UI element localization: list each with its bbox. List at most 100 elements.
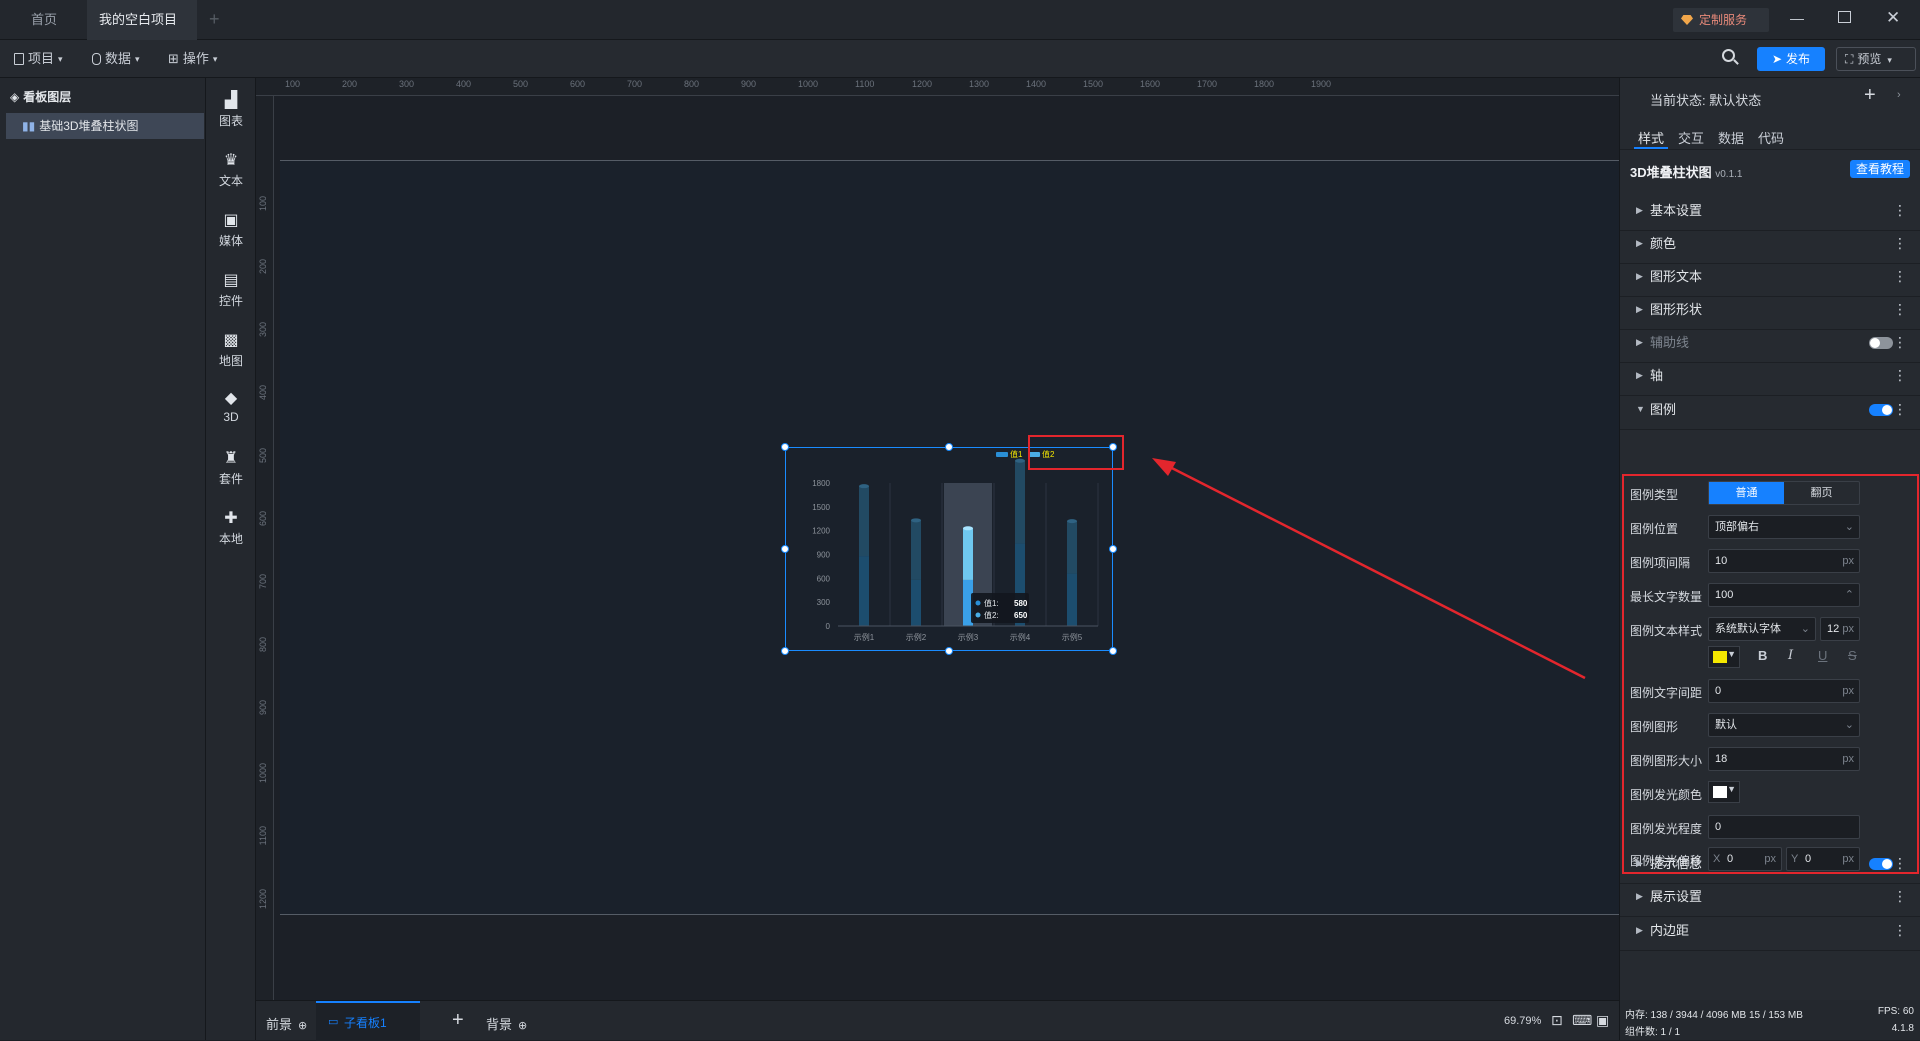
tool-map[interactable]: ▩ 地图 [206, 330, 256, 369]
strikethrough-icon[interactable]: S [1848, 648, 1857, 663]
section-6[interactable]: ▼ 图例 ⋮ [1620, 389, 1920, 430]
stacked-3d-bar-chart: 0 300 600 900 1200 1500 1800 示例1 示例2 示例3 示例4 示例5 值1 值… [812, 449, 1099, 642]
layer-item[interactable]: ▮▮ 基础3D堆叠柱状图 [6, 113, 204, 139]
guide-toggle[interactable] [1869, 337, 1893, 349]
preview-button[interactable]: ⛶ 预览 ▾ [1836, 47, 1916, 71]
background-tab[interactable]: 背景 ⊕ [486, 1014, 527, 1033]
chart-widget[interactable]: 0 300 600 900 1200 1500 1800 示例1 示例2 示例3 示例4 示例5 值1 值… [785, 447, 1113, 651]
fit-screen-icon[interactable]: ⊡ [1551, 1012, 1563, 1029]
add-state-icon[interactable]: + [1864, 84, 1876, 107]
tab-project[interactable]: 我的空白项目 [87, 0, 197, 65]
add-board-icon[interactable]: + [452, 1009, 464, 1032]
ruler-label: 1800 [1254, 79, 1275, 89]
legend-marker [996, 452, 1008, 457]
memory-info: 内存: 138 / 3944 / 4096 MB 15 / 153 MB [1625, 1010, 1803, 1021]
menu-data[interactable]: 数据 ▾ [92, 40, 140, 78]
legend-position-select[interactable]: 顶部偏右 ⌄ [1708, 515, 1860, 539]
more-icon[interactable]: ⋮ [1893, 910, 1907, 951]
tool-3d[interactable]: ◆ 3D [206, 388, 256, 424]
tutorial-button[interactable]: 查看教程 [1850, 160, 1910, 178]
bar-series1[interactable] [859, 556, 869, 626]
legend-font-select[interactable]: 系统默认字体 ⌄ [1708, 617, 1816, 641]
tab-home[interactable]: 首页 [18, 0, 70, 40]
keyboard-icon[interactable]: ⌨ [1572, 1012, 1592, 1029]
resize-handle[interactable] [1109, 647, 1117, 655]
section-bottom-2[interactable]: ▶ 内边距 ⋮ [1620, 910, 1920, 951]
tab-style[interactable]: 样式 [1638, 128, 1664, 147]
bar-series2[interactable] [963, 528, 973, 580]
restore-icon[interactable] [1838, 11, 1851, 23]
resize-handle[interactable] [945, 443, 953, 451]
legend-glow-color[interactable]: ▼ [1708, 781, 1740, 803]
legend-spacing-input[interactable]: 0 px [1708, 679, 1860, 703]
add-circle-icon[interactable]: ⊕ [298, 1020, 307, 1032]
publish-button[interactable]: ➤ 发布 [1757, 47, 1825, 71]
legend-shapesize-input[interactable]: 18 px [1708, 747, 1860, 771]
legend-toggle[interactable] [1869, 404, 1893, 416]
minimize-icon[interactable]: — [1790, 10, 1804, 26]
stepper-up-icon: ⌃ [1844, 589, 1854, 601]
bold-icon[interactable]: B [1758, 648, 1767, 663]
bar-top-cap [1067, 519, 1077, 524]
bar-series1[interactable] [911, 579, 921, 626]
legend-fontsize-input[interactable]: 12 px [1820, 617, 1860, 641]
ruler-label: 400 [258, 385, 268, 401]
resize-handle[interactable] [1109, 545, 1117, 553]
resize-handle[interactable] [781, 443, 789, 451]
tooltip-value: 580 [1014, 599, 1028, 608]
close-icon[interactable]: ✕ [1886, 8, 1900, 28]
menu-project[interactable]: 项目 ▾ [14, 40, 63, 78]
chevron-right-icon[interactable]: › [1897, 89, 1901, 101]
legend-gap-input[interactable]: 10 px [1708, 549, 1860, 573]
resize-handle[interactable] [945, 647, 953, 655]
caret-right-icon: ▶ [1636, 925, 1643, 935]
layer-item-label: 基础3D堆叠柱状图 [39, 119, 139, 133]
legend-shape-select[interactable]: 默认 ⌄ [1708, 713, 1860, 737]
zoom-level[interactable]: 69.79% [1504, 1015, 1541, 1027]
chevron-down-icon: ▾ [1887, 55, 1892, 65]
add-tab-icon[interactable]: + [209, 9, 220, 30]
tooltip-toggle[interactable] [1869, 858, 1893, 870]
tab-interaction[interactable]: 交互 [1678, 128, 1704, 147]
bar-series2[interactable] [1015, 460, 1025, 544]
tool-widget[interactable]: ▤ 控件 [206, 270, 256, 309]
legend-type-normal[interactable]: 普通 [1709, 482, 1784, 504]
legend-label[interactable]: 值1 [1010, 449, 1023, 459]
tool-text[interactable]: ♛ 文本 [206, 150, 256, 189]
bar-series2[interactable] [859, 486, 869, 557]
tool-kit[interactable]: ♜ 套件 [206, 448, 256, 487]
menu-operation[interactable]: ⊞ 操作 ▾ [168, 40, 217, 78]
chevron-down-icon: ⌄ [1844, 521, 1854, 533]
tab-data[interactable]: 数据 [1718, 128, 1744, 147]
search-icon[interactable] [1722, 49, 1740, 67]
terminal-icon[interactable]: ▣ [1596, 1012, 1609, 1029]
tool-chart[interactable]: ▟ 图表 [206, 90, 256, 129]
subboard-tab[interactable]: ▭ 子看板1 [316, 1001, 420, 1041]
bar-series2[interactable] [1067, 521, 1077, 574]
tool-media[interactable]: ▣ 媒体 [206, 210, 256, 249]
tab-code[interactable]: 代码 [1758, 128, 1784, 147]
legend-text-color[interactable]: ▼ [1708, 646, 1740, 668]
more-icon[interactable]: ⋮ [1893, 389, 1907, 430]
add-circle-icon[interactable]: ⊕ [518, 1020, 527, 1032]
resize-handle[interactable] [781, 647, 789, 655]
tool-local[interactable]: ✚ 本地 [206, 508, 256, 547]
legend-type-page[interactable]: 翻页 [1784, 482, 1859, 504]
x-tick-label: 示例3 [958, 632, 979, 642]
bar-series1[interactable] [1067, 573, 1077, 626]
legend-glowlevel-input[interactable]: 0 [1708, 815, 1860, 839]
legend-font-select-value: 系统默认字体 [1715, 623, 1781, 635]
underline-icon[interactable]: U [1818, 648, 1827, 663]
legend-shape-label: 图例图形 [1630, 720, 1679, 734]
active-tab-indicator [1634, 147, 1668, 149]
unit-label: px [1842, 623, 1854, 635]
resize-handle[interactable] [781, 545, 789, 553]
legend-gap-input-value: 10 [1715, 555, 1728, 567]
ruler-label: 1500 [1083, 79, 1104, 89]
foreground-tab[interactable]: 前景 ⊕ [266, 1014, 307, 1033]
legend-maxchars-input[interactable]: 100 ⌃ [1708, 583, 1860, 607]
bar-series2[interactable] [911, 520, 921, 580]
ruler-label: 700 [258, 574, 268, 590]
custom-service-button[interactable]: 定制服务 [1673, 8, 1769, 32]
italic-icon[interactable]: I [1788, 648, 1793, 663]
